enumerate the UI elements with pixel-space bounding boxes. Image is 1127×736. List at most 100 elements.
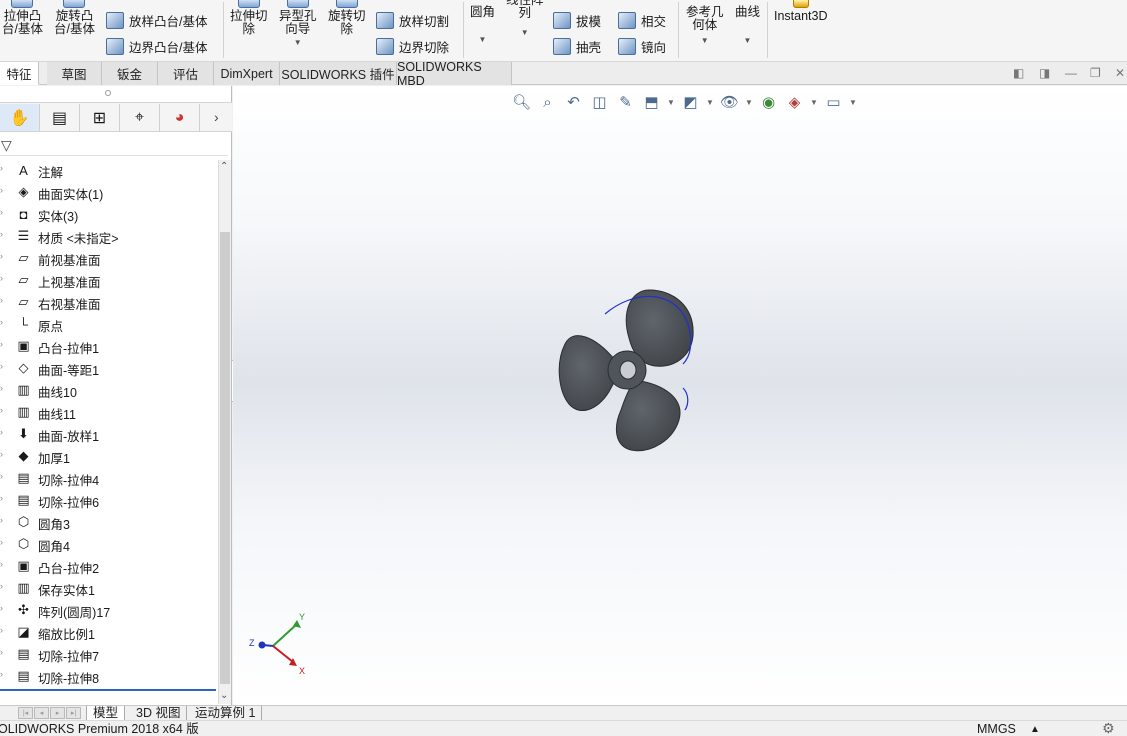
extrude-boss-button[interactable]: 拉伸凸 台/基体	[2, 0, 43, 36]
chevron-down-icon[interactable]: ▼	[744, 37, 752, 45]
expand-arrow-icon[interactable]: ›	[0, 207, 3, 217]
tab-solidworks-mbd[interactable]: SOLIDWORKS MBD	[397, 60, 512, 88]
expand-arrow-icon[interactable]: ›	[0, 559, 3, 569]
boundary-cut-button[interactable]: 边界切除	[376, 36, 449, 56]
restore-left-icon[interactable]: ◧	[1013, 66, 1024, 80]
tab-dimxpert[interactable]: DimXpert	[214, 62, 280, 85]
mirror-button[interactable]: 镜向	[618, 36, 666, 56]
next-tab-icon[interactable]: ▸	[50, 707, 65, 719]
tree-item[interactable]: › ☰ 材质 <未指定>	[0, 225, 218, 247]
expand-arrow-icon[interactable]: ›	[0, 273, 3, 283]
tree-item[interactable]: › ⬇ 曲面-放样1	[0, 423, 218, 445]
expand-arrow-icon[interactable]: ›	[0, 537, 3, 547]
expand-arrow-icon[interactable]: ›	[0, 493, 3, 503]
chevron-down-icon[interactable]: ▼	[706, 98, 714, 107]
expand-arrow-icon[interactable]: ›	[0, 339, 3, 349]
loft-boss-button[interactable]: 放样凸台/基体	[106, 10, 207, 30]
last-tab-icon[interactable]: ▸|	[66, 707, 81, 719]
minimize-icon[interactable]: —	[1065, 66, 1077, 80]
view-orientation-icon[interactable]: ⬒	[641, 92, 662, 112]
expand-arrow-icon[interactable]: ›	[0, 625, 3, 635]
scrollbar-thumb[interactable]	[220, 232, 230, 684]
tree-item[interactable]: › ⬡ 圆角3	[0, 511, 218, 533]
tab-sketch[interactable]: 草图	[47, 62, 102, 85]
tree-item[interactable]: › ⬡ 圆角4	[0, 533, 218, 555]
instant3d-button[interactable]: Instant3D	[774, 0, 828, 23]
expand-arrow-icon[interactable]: ›	[0, 603, 3, 613]
chevron-down-icon[interactable]: ▼	[849, 98, 857, 107]
tree-item[interactable]: › ◇ 曲面-等距1	[0, 357, 218, 379]
tree-item[interactable]: › ◈ 曲面实体(1)	[0, 181, 218, 203]
view-settings-icon[interactable]: ▭	[823, 92, 844, 112]
tab-3d-view[interactable]: 3D 视图	[130, 706, 188, 721]
linear-pattern-button[interactable]: 线性阵 列 ▼	[506, 0, 544, 37]
curves-button[interactable]: 曲线 ▼	[735, 6, 760, 45]
tree-scrollbar[interactable]: ⌃ ⌄	[218, 160, 231, 704]
maximize-icon[interactable]: ❐	[1090, 66, 1101, 80]
tree-item[interactable]: › ▥ 保存实体1	[0, 577, 218, 599]
previous-view-icon[interactable]: ↶	[563, 92, 584, 112]
dynamic-annotation-icon[interactable]: ✎	[615, 92, 636, 112]
chevron-down-icon[interactable]: ▼	[479, 36, 487, 44]
panel-grip-icon[interactable]	[105, 90, 111, 96]
scroll-down-icon[interactable]: ⌄	[220, 690, 228, 701]
scroll-up-icon[interactable]: ⌃	[220, 161, 228, 172]
configuration-manager-tab[interactable]: ⊞	[80, 104, 120, 131]
intersect-button[interactable]: 相交	[618, 10, 666, 30]
chevron-down-icon[interactable]: ▼	[745, 98, 753, 107]
graphics-area[interactable]: 🔍︎ ⌕ ↶ ◫ ✎ ⬒ ▼ ◩ ▼ 👁︎ ▼ ◉ ◈ ▼ ▭ ▼ Y X Z	[233, 86, 1127, 705]
tree-item[interactable]: › A 注解	[0, 159, 218, 181]
tree-item[interactable]: › ▥ 曲线11	[0, 401, 218, 423]
propeller-model[interactable]	[543, 276, 713, 466]
tree-item[interactable]: › ◘ 实体(3)	[0, 203, 218, 225]
chevron-right-icon[interactable]: ›	[214, 109, 219, 125]
tree-item[interactable]: › ▱ 右视基准面	[0, 291, 218, 313]
expand-arrow-icon[interactable]: ›	[0, 515, 3, 525]
tab-motion-study[interactable]: 运动算例 1	[189, 706, 263, 721]
tree-item[interactable]: › ▣ 凸台-拉伸2	[0, 555, 218, 577]
tree-item[interactable]: › ▥ 曲线10	[0, 379, 218, 401]
extrude-cut-button[interactable]: 拉伸切 除	[230, 0, 268, 36]
tab-model[interactable]: 模型	[86, 706, 126, 721]
expand-arrow-icon[interactable]: ›	[0, 471, 3, 481]
prev-tab-icon[interactable]: ◂	[34, 707, 49, 719]
customize-status-icon[interactable]: ⚙	[1102, 721, 1115, 736]
expand-arrow-icon[interactable]: ›	[0, 163, 3, 173]
fillet-button[interactable]: 圆角 ▼	[470, 0, 495, 44]
first-tab-icon[interactable]: |◂	[18, 707, 33, 719]
rollback-bar[interactable]	[0, 689, 216, 691]
revolve-boss-button[interactable]: 旋转凸 台/基体	[54, 0, 95, 36]
tree-item[interactable]: › ◪ 缩放比例1	[0, 621, 218, 643]
expand-arrow-icon[interactable]: ›	[0, 383, 3, 393]
expand-arrow-icon[interactable]: ›	[0, 361, 3, 371]
chevron-down-icon[interactable]: ▼	[667, 98, 675, 107]
hide-show-items-icon[interactable]: 👁︎	[719, 92, 740, 112]
chevron-down-icon[interactable]: ▼	[810, 98, 818, 107]
expand-arrow-icon[interactable]: ›	[0, 405, 3, 415]
expand-arrow-icon[interactable]: ›	[0, 449, 3, 459]
display-manager-tab[interactable]: ◕	[160, 104, 200, 131]
section-view-icon[interactable]: ◫	[589, 92, 610, 112]
shell-button[interactable]: 抽壳	[553, 36, 601, 56]
expand-arrow-icon[interactable]: ›	[0, 669, 3, 679]
tree-item[interactable]: › ▱ 前视基准面	[0, 247, 218, 269]
chevron-down-icon[interactable]: ▼	[521, 29, 529, 37]
tree-item[interactable]: › ▱ 上视基准面	[0, 269, 218, 291]
reference-geometry-button[interactable]: 参考几 何体 ▼	[686, 6, 724, 45]
display-style-icon[interactable]: ◩	[680, 92, 701, 112]
tab-evaluate[interactable]: 评估	[158, 62, 214, 85]
chevron-down-icon[interactable]: ▼	[294, 39, 302, 47]
restore-right-icon[interactable]: ◨	[1039, 66, 1050, 80]
zoom-to-fit-icon[interactable]: 🔍︎	[511, 92, 532, 112]
boundary-boss-button[interactable]: 边界凸台/基体	[106, 36, 207, 56]
feature-manager-tab[interactable]: ✋	[0, 104, 40, 131]
tree-filter[interactable]: ▽	[0, 134, 228, 156]
unit-system[interactable]: MMGS	[977, 722, 1016, 736]
tree-item[interactable]: › ▤ 切除-拉伸6	[0, 489, 218, 511]
dimxpert-manager-tab[interactable]: ⌖	[120, 104, 160, 131]
tree-item[interactable]: › ▣ 凸台-拉伸1	[0, 335, 218, 357]
expand-arrow-icon[interactable]: ›	[0, 185, 3, 195]
apply-scene-icon[interactable]: ◈	[784, 92, 805, 112]
unit-system-arrow-icon[interactable]: ▲	[1030, 722, 1040, 736]
tree-item[interactable]: › └ 原点	[0, 313, 218, 335]
